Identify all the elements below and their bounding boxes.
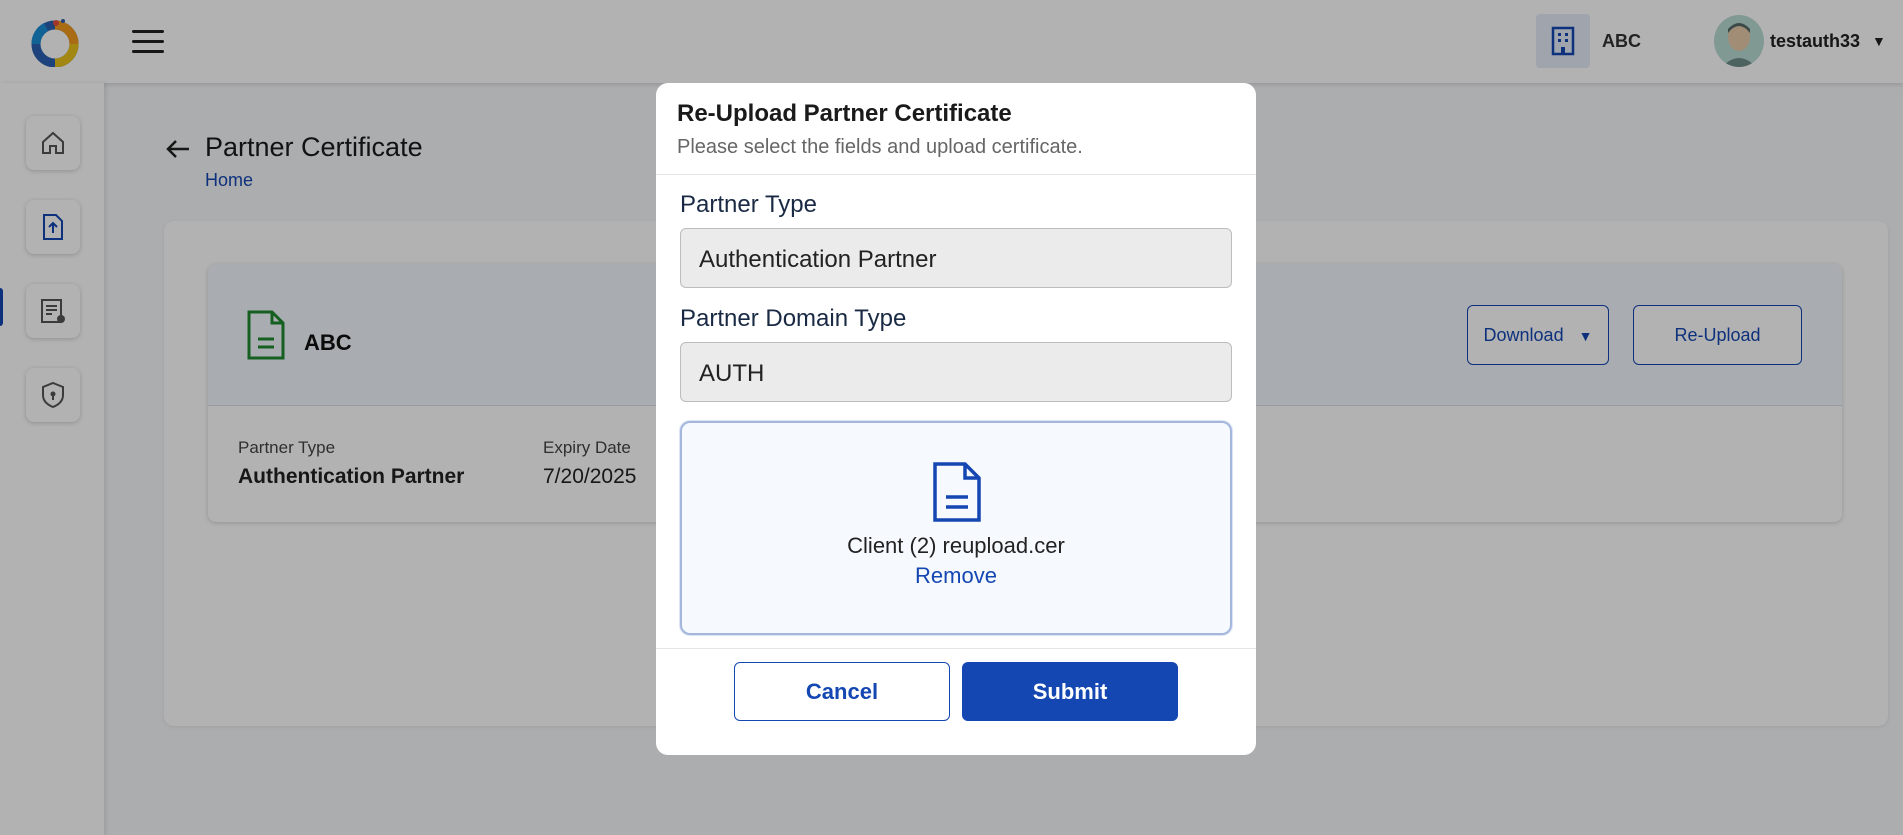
remove-file-link[interactable]: Remove	[682, 563, 1230, 589]
modal-divider	[656, 648, 1256, 649]
partner-type-field-label: Partner Type	[680, 191, 817, 218]
modal-subtitle: Please select the fields and upload cert…	[677, 136, 1083, 158]
partner-domain-type-field-label: Partner Domain Type	[680, 305, 907, 332]
reupload-modal: Re-Upload Partner Certificate Please sel…	[656, 83, 1256, 755]
uploaded-file-name: Client (2) reupload.cer	[847, 533, 1065, 558]
partner-type-field: Authentication Partner	[680, 228, 1232, 288]
cancel-button[interactable]: Cancel	[734, 662, 950, 721]
document-icon	[933, 462, 981, 522]
partner-domain-type-field: AUTH	[680, 342, 1232, 402]
modal-divider	[656, 174, 1256, 175]
submit-button[interactable]: Submit	[962, 662, 1178, 721]
file-upload-zone[interactable]: Client (2) reupload.cer Remove	[680, 421, 1232, 635]
modal-title: Re-Upload Partner Certificate	[677, 100, 1012, 127]
